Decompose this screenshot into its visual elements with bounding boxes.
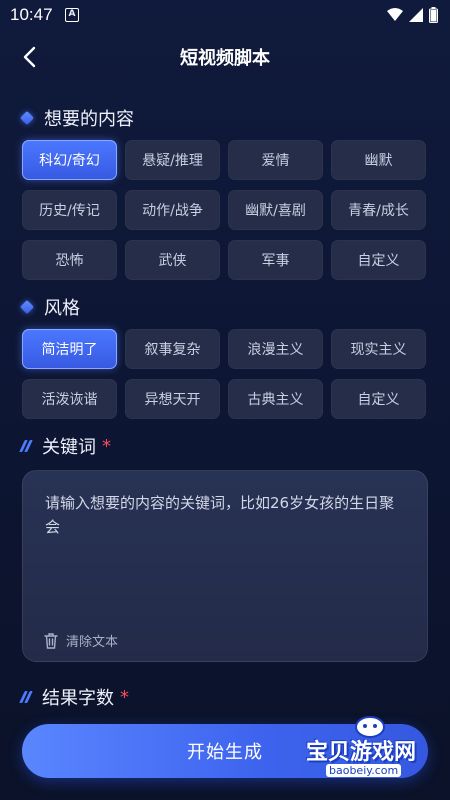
style-option[interactable]: 叙事复杂	[125, 329, 220, 369]
keyword-input[interactable]: 请输入想要的内容的关键词，比如26岁女孩的生日聚会 清除文本	[22, 470, 428, 662]
keyword-section-header: 关键词 *	[19, 433, 111, 459]
content-option[interactable]: 武侠	[125, 240, 220, 280]
status-time: 10:47	[10, 5, 53, 24]
content-option[interactable]: 青春/成长	[331, 190, 426, 230]
required-mark: *	[120, 686, 129, 708]
style-option[interactable]: 浪漫主义	[228, 329, 323, 369]
required-mark: *	[102, 435, 111, 457]
signal-icon	[409, 8, 423, 22]
content-option[interactable]: 幽默/喜剧	[228, 190, 323, 230]
diamond-icon	[19, 110, 35, 126]
watermark-text: 宝贝游戏网	[306, 740, 417, 765]
content-section-header: 想要的内容	[19, 105, 134, 131]
keyword-section-title: 关键词	[42, 437, 96, 458]
content-option[interactable]: 自定义	[331, 240, 426, 280]
content-option[interactable]: 科幻/奇幻	[22, 140, 117, 180]
style-option[interactable]: 异想天开	[125, 379, 220, 419]
slash-icon	[19, 440, 33, 452]
wifi-icon	[387, 8, 403, 21]
style-option[interactable]: 简洁明了	[22, 329, 117, 369]
style-section-title: 风格	[44, 298, 80, 319]
style-options: 简洁明了 叙事复杂 浪漫主义 现实主义活泼诙谐 异想天开 古典主义 自定义	[22, 329, 426, 419]
battery-icon	[429, 7, 438, 23]
style-option[interactable]: 活泼诙谐	[22, 379, 117, 419]
trash-icon	[44, 633, 58, 649]
style-option[interactable]: 古典主义	[228, 379, 323, 419]
style-section-header: 风格	[19, 294, 80, 320]
watermark-logo: 宝贝游戏网 baobeiy.com	[306, 712, 436, 782]
content-options: 科幻/奇幻 悬疑/推理 爱情 幽默历史/传记 动作/战争 幽默/喜剧 青春/成长恐怖 武侠 军事…	[22, 140, 426, 280]
clear-text-button[interactable]: 清除文本	[43, 631, 118, 650]
page-title: 短视频脚本	[180, 48, 270, 69]
style-option[interactable]: 自定义	[331, 379, 426, 419]
diamond-icon	[19, 299, 35, 315]
content-option[interactable]: 悬疑/推理	[125, 140, 220, 180]
status-bar: 10:47 A	[0, 0, 450, 32]
content-option[interactable]: 爱情	[228, 140, 323, 180]
content-option[interactable]: 历史/传记	[22, 190, 117, 230]
word-count-section-title: 结果字数	[42, 688, 114, 709]
keyword-placeholder: 请输入想要的内容的关键词，比如26岁女孩的生日聚会	[45, 494, 395, 536]
word-count-section-header: 结果字数 *	[19, 684, 129, 710]
style-option[interactable]: 现实主义	[331, 329, 426, 369]
content-option[interactable]: 幽默	[331, 140, 426, 180]
content-option[interactable]: 军事	[228, 240, 323, 280]
content-section-title: 想要的内容	[44, 109, 134, 130]
start-generate-label: 开始生成	[187, 742, 263, 763]
status-icons	[387, 7, 438, 23]
clear-text-label: 清除文本	[66, 635, 119, 650]
watermark-url: baobeiy.com	[326, 764, 402, 777]
app-header: 短视频脚本	[0, 36, 450, 78]
content-option[interactable]: 恐怖	[22, 240, 117, 280]
notification-icon: A	[65, 8, 79, 22]
content-option[interactable]: 动作/战争	[125, 190, 220, 230]
slash-icon	[19, 691, 33, 703]
